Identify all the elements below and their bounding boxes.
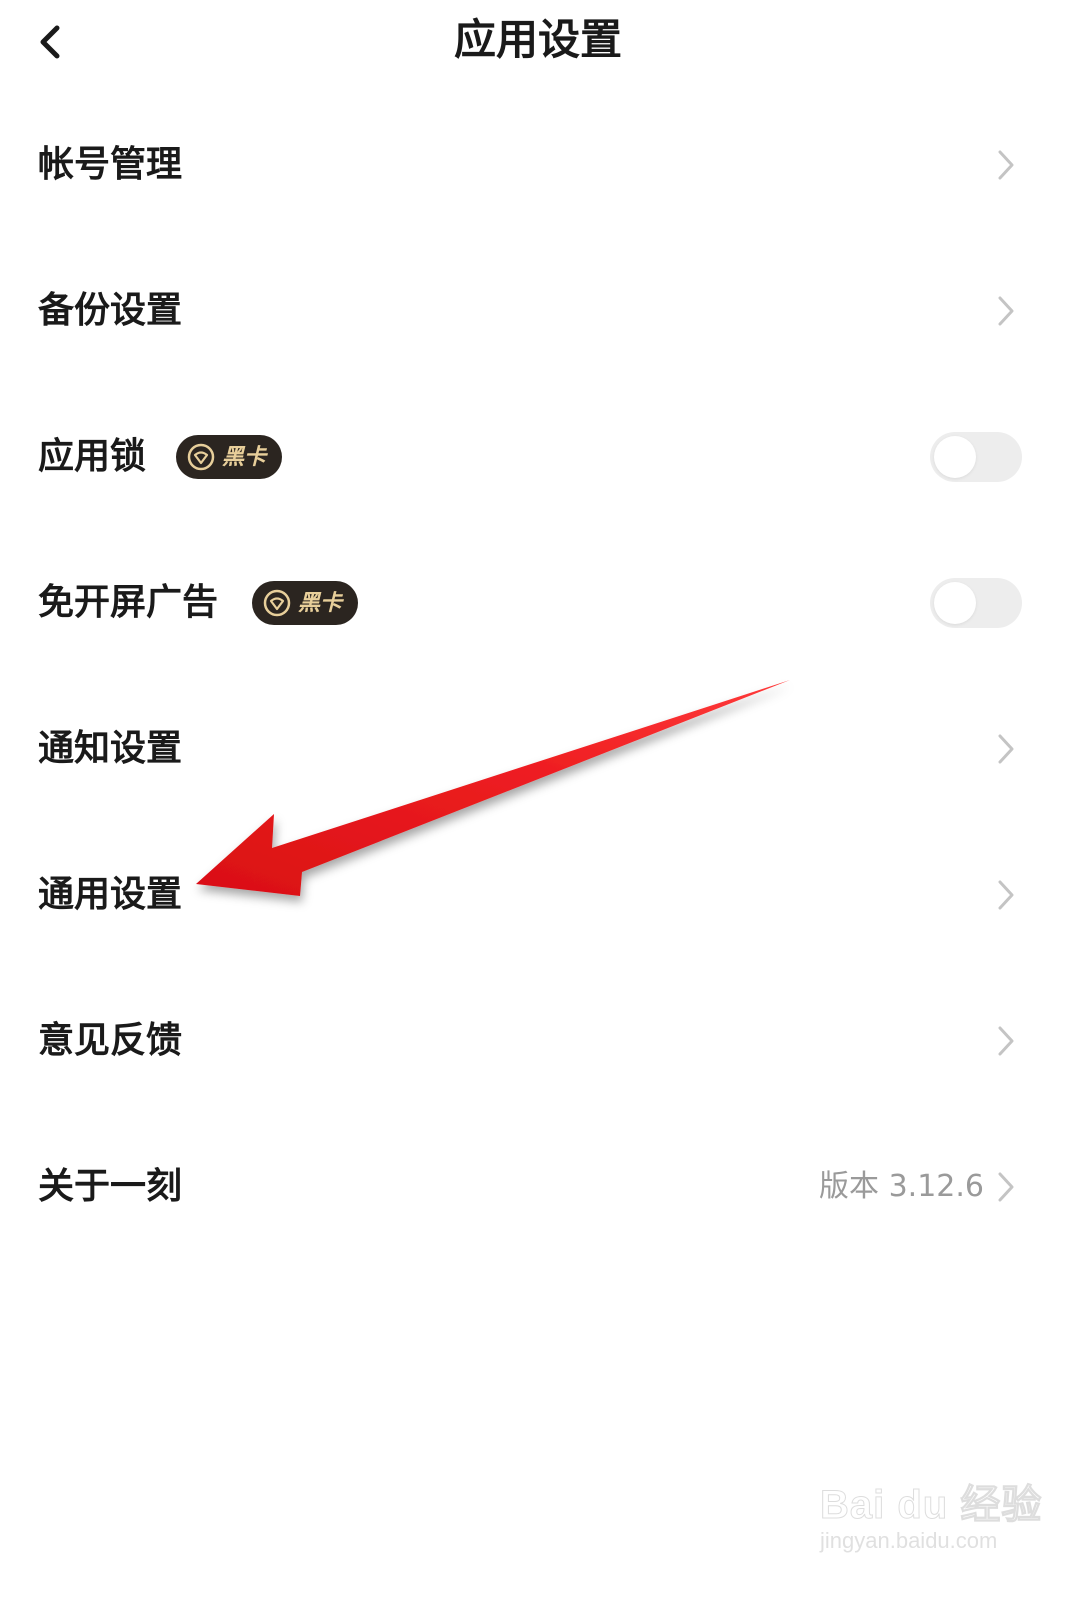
vip-shield-icon <box>186 442 216 472</box>
chevron-right-icon <box>992 291 1020 331</box>
badge-text: 黑卡 <box>222 444 267 470</box>
toggle-knob <box>934 436 976 478</box>
settings-row-general[interactable]: 通用设置 <box>0 822 1076 968</box>
no-splash-ad-toggle[interactable] <box>930 578 1022 628</box>
settings-row-backup[interactable]: 备份设置 <box>0 238 1076 384</box>
toggle-knob <box>934 582 976 624</box>
app-lock-toggle[interactable] <box>930 432 1022 482</box>
settings-row-feedback[interactable]: 意见反馈 <box>0 968 1076 1114</box>
settings-row-no-splash-ad: 免开屏广告 黑卡 <box>0 530 1076 676</box>
settings-row-notifications[interactable]: 通知设置 <box>0 676 1076 822</box>
vip-shield-icon <box>262 588 292 618</box>
app-settings-screen: 应用设置 帐号管理 备份设置 应用锁 黑卡 免开屏广告 黑卡 通知设置 通用设置… <box>0 0 1076 1600</box>
row-label: 免开屏广告 <box>38 582 219 623</box>
watermark-url: jingyan.baidu.com <box>820 1528 998 1553</box>
row-label: 备份设置 <box>38 290 183 331</box>
row-label: 应用锁 <box>38 436 147 477</box>
version-text: 版本 3.12.6 <box>819 1169 984 1204</box>
header-bar: 应用设置 <box>0 0 1076 84</box>
vip-badge: 黑卡 <box>176 435 283 479</box>
page-title: 应用设置 <box>453 15 622 64</box>
settings-row-app-lock: 应用锁 黑卡 <box>0 384 1076 530</box>
chevron-right-icon <box>992 145 1020 185</box>
baidu-watermark: Bai du 经验 jingyan.baidu.com <box>819 1458 1041 1578</box>
chevron-right-icon <box>992 875 1020 915</box>
row-label: 意见反馈 <box>38 1020 183 1061</box>
row-label: 通知设置 <box>38 728 183 769</box>
chevron-right-icon <box>992 1021 1020 1061</box>
vip-badge: 黑卡 <box>252 581 359 625</box>
chevron-right-icon <box>992 729 1020 769</box>
watermark-logo: Bai du 经验 <box>819 1483 1043 1528</box>
settings-row-account[interactable]: 帐号管理 <box>0 92 1076 238</box>
chevron-right-icon <box>992 1167 1020 1207</box>
row-label: 通用设置 <box>38 874 183 915</box>
row-label: 关于一刻 <box>38 1166 183 1207</box>
badge-text: 黑卡 <box>298 590 343 616</box>
settings-row-about[interactable]: 关于一刻 版本 3.12.6 <box>0 1114 1076 1260</box>
row-label: 帐号管理 <box>38 144 183 185</box>
